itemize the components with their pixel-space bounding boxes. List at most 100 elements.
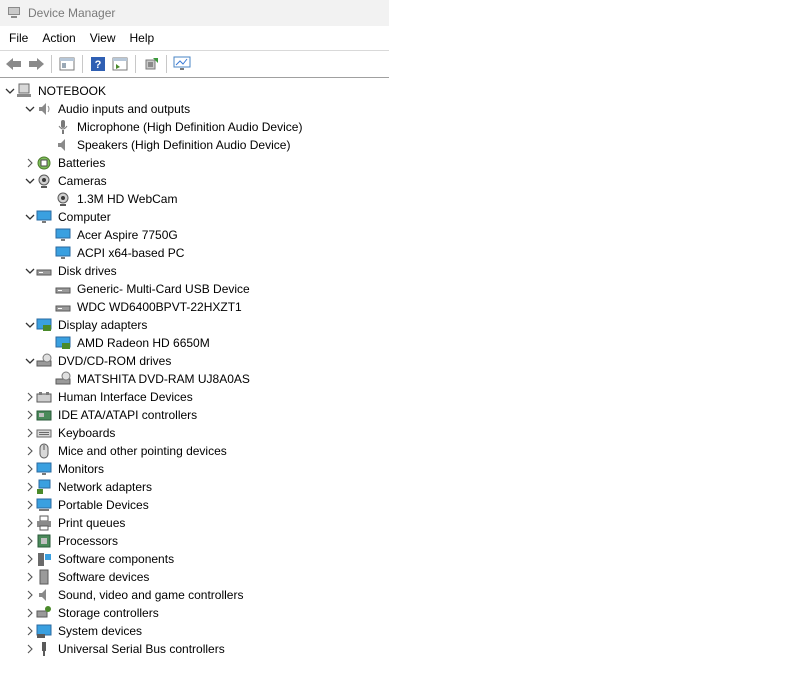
software-component-icon — [36, 551, 52, 567]
tree-category[interactable]: Processors — [0, 532, 389, 550]
tree-item-label: IDE ATA/ATAPI controllers — [58, 408, 198, 422]
tree-category[interactable]: Universal Serial Bus controllers — [0, 640, 389, 658]
disk-icon — [36, 263, 52, 279]
tree-category[interactable]: System devices — [0, 622, 389, 640]
tree-item-label: Disk drives — [58, 264, 117, 278]
chevron-right-icon[interactable] — [24, 622, 36, 640]
menu-action[interactable]: Action — [35, 29, 82, 47]
tree-category[interactable]: Network adapters — [0, 478, 389, 496]
app-icon — [6, 4, 22, 23]
tree-category[interactable]: Mice and other pointing devices — [0, 442, 389, 460]
chevron-down-icon[interactable] — [4, 82, 16, 100]
menu-file[interactable]: File — [2, 29, 35, 47]
chevron-right-icon[interactable] — [24, 154, 36, 172]
ide-icon — [36, 407, 52, 423]
scan-hardware-icon[interactable] — [140, 53, 162, 75]
show-hidden-icon[interactable] — [109, 53, 131, 75]
tree-device[interactable]: Speakers (High Definition Audio Device) — [0, 136, 389, 154]
tree-item-label: System devices — [58, 624, 143, 638]
tree-device[interactable]: 1.3M HD WebCam — [0, 190, 389, 208]
tree-device[interactable]: Acer Aspire 7750G — [0, 226, 389, 244]
tree-item-label: Batteries — [58, 156, 106, 170]
tree-device[interactable]: Microphone (High Definition Audio Device… — [0, 118, 389, 136]
toolbar-divider — [82, 55, 83, 73]
tree-category[interactable]: Print queues — [0, 514, 389, 532]
menu-view[interactable]: View — [83, 29, 123, 47]
chevron-down-icon[interactable] — [24, 100, 36, 118]
tree-category[interactable]: Display adapters — [0, 316, 389, 334]
tree-device[interactable]: MATSHITA DVD-RAM UJ8A0AS — [0, 370, 389, 388]
tree-category[interactable]: Software devices — [0, 568, 389, 586]
tree-category[interactable]: Audio inputs and outputs — [0, 100, 389, 118]
help-icon[interactable]: ? — [87, 53, 109, 75]
chevron-right-icon[interactable] — [24, 604, 36, 622]
tree-category[interactable]: Human Interface Devices — [0, 388, 389, 406]
tree-item-label: Microphone (High Definition Audio Device… — [77, 120, 303, 134]
tree-device[interactable]: AMD Radeon HD 6650M — [0, 334, 389, 352]
tree-category[interactable]: Keyboards — [0, 424, 389, 442]
properties-icon[interactable] — [56, 53, 78, 75]
tree-device[interactable]: Generic- Multi-Card USB Device — [0, 280, 389, 298]
tree-item-label: Cameras — [58, 174, 107, 188]
tree-root[interactable]: NOTEBOOK — [0, 82, 389, 100]
tree-item-label: Human Interface Devices — [58, 390, 193, 404]
chevron-down-icon[interactable] — [24, 316, 36, 334]
tree-category[interactable]: DVD/CD-ROM drives — [0, 352, 389, 370]
tree-device[interactable]: ACPI x64-based PC — [0, 244, 389, 262]
processor-icon — [36, 533, 52, 549]
tree-item-label: NOTEBOOK — [38, 84, 107, 98]
tree-category[interactable]: Monitors — [0, 460, 389, 478]
tree-category[interactable]: Sound, video and game controllers — [0, 586, 389, 604]
chevron-right-icon[interactable] — [24, 550, 36, 568]
portable-icon — [36, 497, 52, 513]
device-manager-window: Device Manager File Action View Help ? N… — [0, 0, 389, 673]
tree-category[interactable]: Software components — [0, 550, 389, 568]
tree-device[interactable]: WDC WD6400BPVT-22HXZT1 — [0, 298, 389, 316]
display-adapter-icon — [55, 335, 71, 351]
chevron-down-icon[interactable] — [24, 262, 36, 280]
dvd-icon — [36, 353, 52, 369]
svg-text:?: ? — [95, 59, 102, 71]
chevron-right-icon[interactable] — [24, 478, 36, 496]
tree-category[interactable]: Portable Devices — [0, 496, 389, 514]
chevron-right-icon[interactable] — [24, 496, 36, 514]
chevron-down-icon[interactable] — [24, 172, 36, 190]
chevron-right-icon[interactable] — [24, 388, 36, 406]
disk-icon — [55, 299, 71, 315]
title-bar: Device Manager — [0, 0, 389, 26]
chevron-right-icon[interactable] — [24, 442, 36, 460]
printer-icon — [36, 515, 52, 531]
chevron-down-icon[interactable] — [24, 208, 36, 226]
tree-category[interactable]: Cameras — [0, 172, 389, 190]
tree-category[interactable]: Computer — [0, 208, 389, 226]
menu-help[interactable]: Help — [123, 29, 162, 47]
tree-item-label: Mice and other pointing devices — [58, 444, 227, 458]
tree-item-label: 1.3M HD WebCam — [77, 192, 178, 206]
tree-category[interactable]: Batteries — [0, 154, 389, 172]
tree-category[interactable]: IDE ATA/ATAPI controllers — [0, 406, 389, 424]
chevron-right-icon[interactable] — [24, 568, 36, 586]
back-icon[interactable] — [3, 53, 25, 75]
chevron-right-icon[interactable] — [24, 532, 36, 550]
tree-item-label: Computer — [58, 210, 111, 224]
chevron-right-icon[interactable] — [24, 586, 36, 604]
forward-icon[interactable] — [25, 53, 47, 75]
tree-item-label: Keyboards — [58, 426, 116, 440]
display-adapter-icon — [36, 317, 52, 333]
tree-item-label: Print queues — [58, 516, 126, 530]
chevron-right-icon[interactable] — [24, 514, 36, 532]
storage-icon — [36, 605, 52, 621]
chevron-right-icon[interactable] — [24, 424, 36, 442]
chevron-down-icon[interactable] — [24, 352, 36, 370]
camera-icon — [36, 173, 52, 189]
tree-category[interactable]: Disk drives — [0, 262, 389, 280]
audio-icon — [36, 101, 52, 117]
chevron-right-icon[interactable] — [24, 640, 36, 658]
chevron-right-icon[interactable] — [24, 406, 36, 424]
monitor-icon[interactable] — [171, 53, 193, 75]
chevron-right-icon[interactable] — [24, 460, 36, 478]
tree-item-label: Software devices — [58, 570, 150, 584]
notebook-icon — [16, 83, 32, 99]
dvd-icon — [55, 371, 71, 387]
tree-category[interactable]: Storage controllers — [0, 604, 389, 622]
